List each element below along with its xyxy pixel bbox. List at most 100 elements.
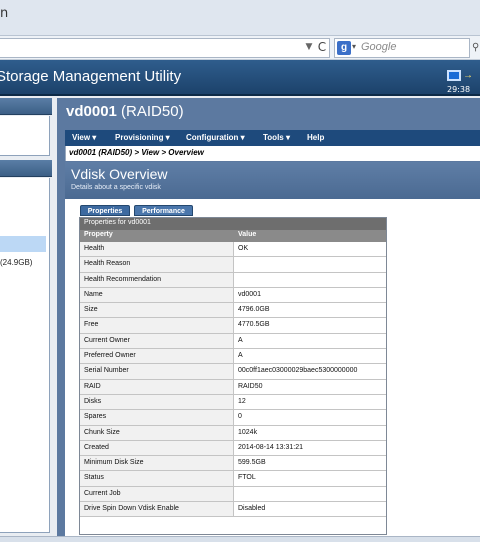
menu-view[interactable]: View ▾ — [72, 130, 96, 146]
row-value: 599.5GB — [238, 459, 266, 467]
row-value: 0 — [238, 413, 242, 421]
row-value: 2014-08-14 13:31:21 — [238, 443, 303, 451]
menu-configuration[interactable]: Configuration ▾ — [186, 130, 245, 146]
table-row: Free 4770.5GB — [80, 318, 386, 334]
row-property: Chunk Size — [80, 425, 234, 440]
row-value: 1024k — [238, 428, 258, 436]
breadcrumb-text: vd0001 (RAID50) > View > Overview — [69, 148, 204, 157]
row-value: OK — [238, 245, 249, 252]
table-row: Size 4796.0GB — [80, 303, 386, 319]
row-property: Drive Spin Down Vdisk Enable — [80, 502, 234, 517]
row-property: RAID — [80, 379, 234, 394]
left-panel-header-2 — [0, 160, 52, 177]
reload-icon[interactable]: C — [316, 39, 328, 55]
table-row: Chunk Size 1024k — [80, 425, 386, 441]
google-icon[interactable]: g — [337, 41, 351, 55]
row-value: Disabled — [238, 505, 266, 513]
table-caption-text: Properties for vd0001 — [84, 219, 151, 226]
row-value — [235, 257, 386, 271]
row-property: Current Owner — [80, 333, 234, 349]
row-property: Name — [80, 287, 234, 303]
app-window: n ▼ C g ▾ Google ⚲ Storage Management Ut… — [0, 0, 480, 542]
vdisk-name: vd0001 — [66, 103, 117, 120]
app-header: Storage Management Utility → 29:38 — [0, 60, 480, 96]
search-engine-dropdown-icon[interactable]: ▾ — [352, 42, 356, 51]
search-box[interactable]: g ▾ Google — [334, 38, 470, 58]
main-panel: vd0001 (RAID50) View ▾ Provisioning ▾ Co… — [57, 98, 480, 542]
left-panel: 100 (24.9GB) — [0, 98, 52, 542]
vdisk-raid: (RAID50) — [121, 103, 184, 120]
overview-header: Vdisk Overview Details about a specific … — [65, 162, 480, 199]
row-value — [235, 273, 386, 287]
overview-content: Properties Performance Properties for vd… — [65, 199, 480, 542]
table-header-property: Property — [84, 231, 113, 238]
search-icon[interactable]: ⚲ — [472, 42, 480, 54]
status-bar — [0, 536, 480, 542]
table-row: Serial Number 00c0ff1aec03000029baec53000… — [80, 364, 386, 380]
table-body: Health OK Health Reason Health Recommendati… — [80, 242, 386, 518]
overview-subtitle: Details about a specific vdisk — [71, 184, 161, 191]
row-value: vd0001 — [238, 290, 261, 298]
table-row: Health Recommendation — [80, 272, 386, 288]
table-row: Preferred Owner A — [80, 349, 386, 365]
table-row: Health OK — [80, 242, 386, 258]
row-property: Health — [80, 242, 234, 257]
left-tree-selected-row[interactable] — [0, 236, 46, 252]
table-row: Disks 12 — [80, 394, 386, 411]
row-value: RAID50 — [238, 382, 263, 390]
table-row: Current Owner A — [80, 333, 386, 350]
row-value — [235, 487, 386, 501]
row-property: Spares — [80, 410, 234, 425]
row-value: A — [238, 352, 243, 360]
menu-help[interactable]: Help — [307, 130, 324, 146]
breadcrumb: vd0001 (RAID50) > View > Overview — [65, 146, 480, 161]
table-header: Property Value — [80, 230, 386, 242]
table-caption: Properties for vd0001 — [80, 218, 386, 230]
monitor-icon[interactable] — [447, 70, 461, 81]
table-row: Minimum Disk Size 599.5GB — [80, 456, 386, 472]
left-panel-body-2: (24.9GB) — [0, 178, 50, 533]
table-row: Current Job — [80, 486, 386, 503]
left-panel-body-1: 100 — [0, 116, 50, 169]
arrow-icon: → — [463, 70, 473, 81]
left-panel-header-1 — [0, 98, 52, 115]
browser-top-text: n — [0, 6, 9, 21]
row-value: A — [238, 336, 243, 344]
dropdown-arrow-icon[interactable]: ▼ — [303, 40, 315, 54]
clock-time: 29:38 — [447, 85, 471, 94]
table-row: Health Reason — [80, 257, 386, 273]
row-value: 4770.5GB — [238, 321, 270, 329]
app-title: Storage Management Utility — [0, 68, 182, 85]
tab-properties[interactable]: Properties — [80, 205, 130, 216]
table-row: Spares 0 — [80, 410, 386, 426]
properties-table: Properties for vd0001 Property Value Hea… — [79, 217, 387, 535]
row-value: 4796.0GB — [238, 306, 270, 314]
row-property: Current Job — [80, 486, 234, 502]
tab-performance[interactable]: Performance — [134, 205, 193, 216]
table-row: Drive Spin Down Vdisk Enable Disabled — [80, 502, 386, 518]
row-value: FTOL — [238, 474, 256, 482]
row-property: Minimum Disk Size — [80, 456, 234, 471]
address-bar[interactable] — [0, 38, 330, 58]
row-value: 12 — [238, 397, 246, 405]
overview-title: Vdisk Overview — [71, 166, 168, 182]
row-property: Health Reason — [80, 257, 234, 272]
menu-tools[interactable]: Tools ▾ — [263, 130, 290, 146]
row-property: Size — [80, 303, 234, 318]
table-header-value: Value — [238, 231, 257, 238]
row-property: Status — [80, 471, 234, 486]
left-tree-item-size[interactable]: (24.9GB) — [0, 258, 32, 267]
search-placeholder[interactable]: Google — [361, 41, 396, 53]
table-row: Created 2014-08-14 13:31:21 — [80, 440, 386, 457]
row-property: Serial Number — [80, 364, 234, 379]
menu-bar: View ▾ Provisioning ▾ Configuration ▾ To… — [65, 130, 480, 146]
menu-provisioning[interactable]: Provisioning ▾ — [115, 130, 170, 146]
row-property: Free — [80, 318, 234, 333]
row-property: Disks — [80, 394, 234, 410]
browser-top-strip: n — [0, 0, 480, 36]
table-row: Status FTOL — [80, 471, 386, 487]
row-property: Created — [80, 440, 234, 456]
row-property: Preferred Owner — [80, 349, 234, 364]
browser-toolbar: ▼ C g ▾ Google ⚲ — [0, 36, 480, 60]
table-row: Name vd0001 — [80, 287, 386, 304]
